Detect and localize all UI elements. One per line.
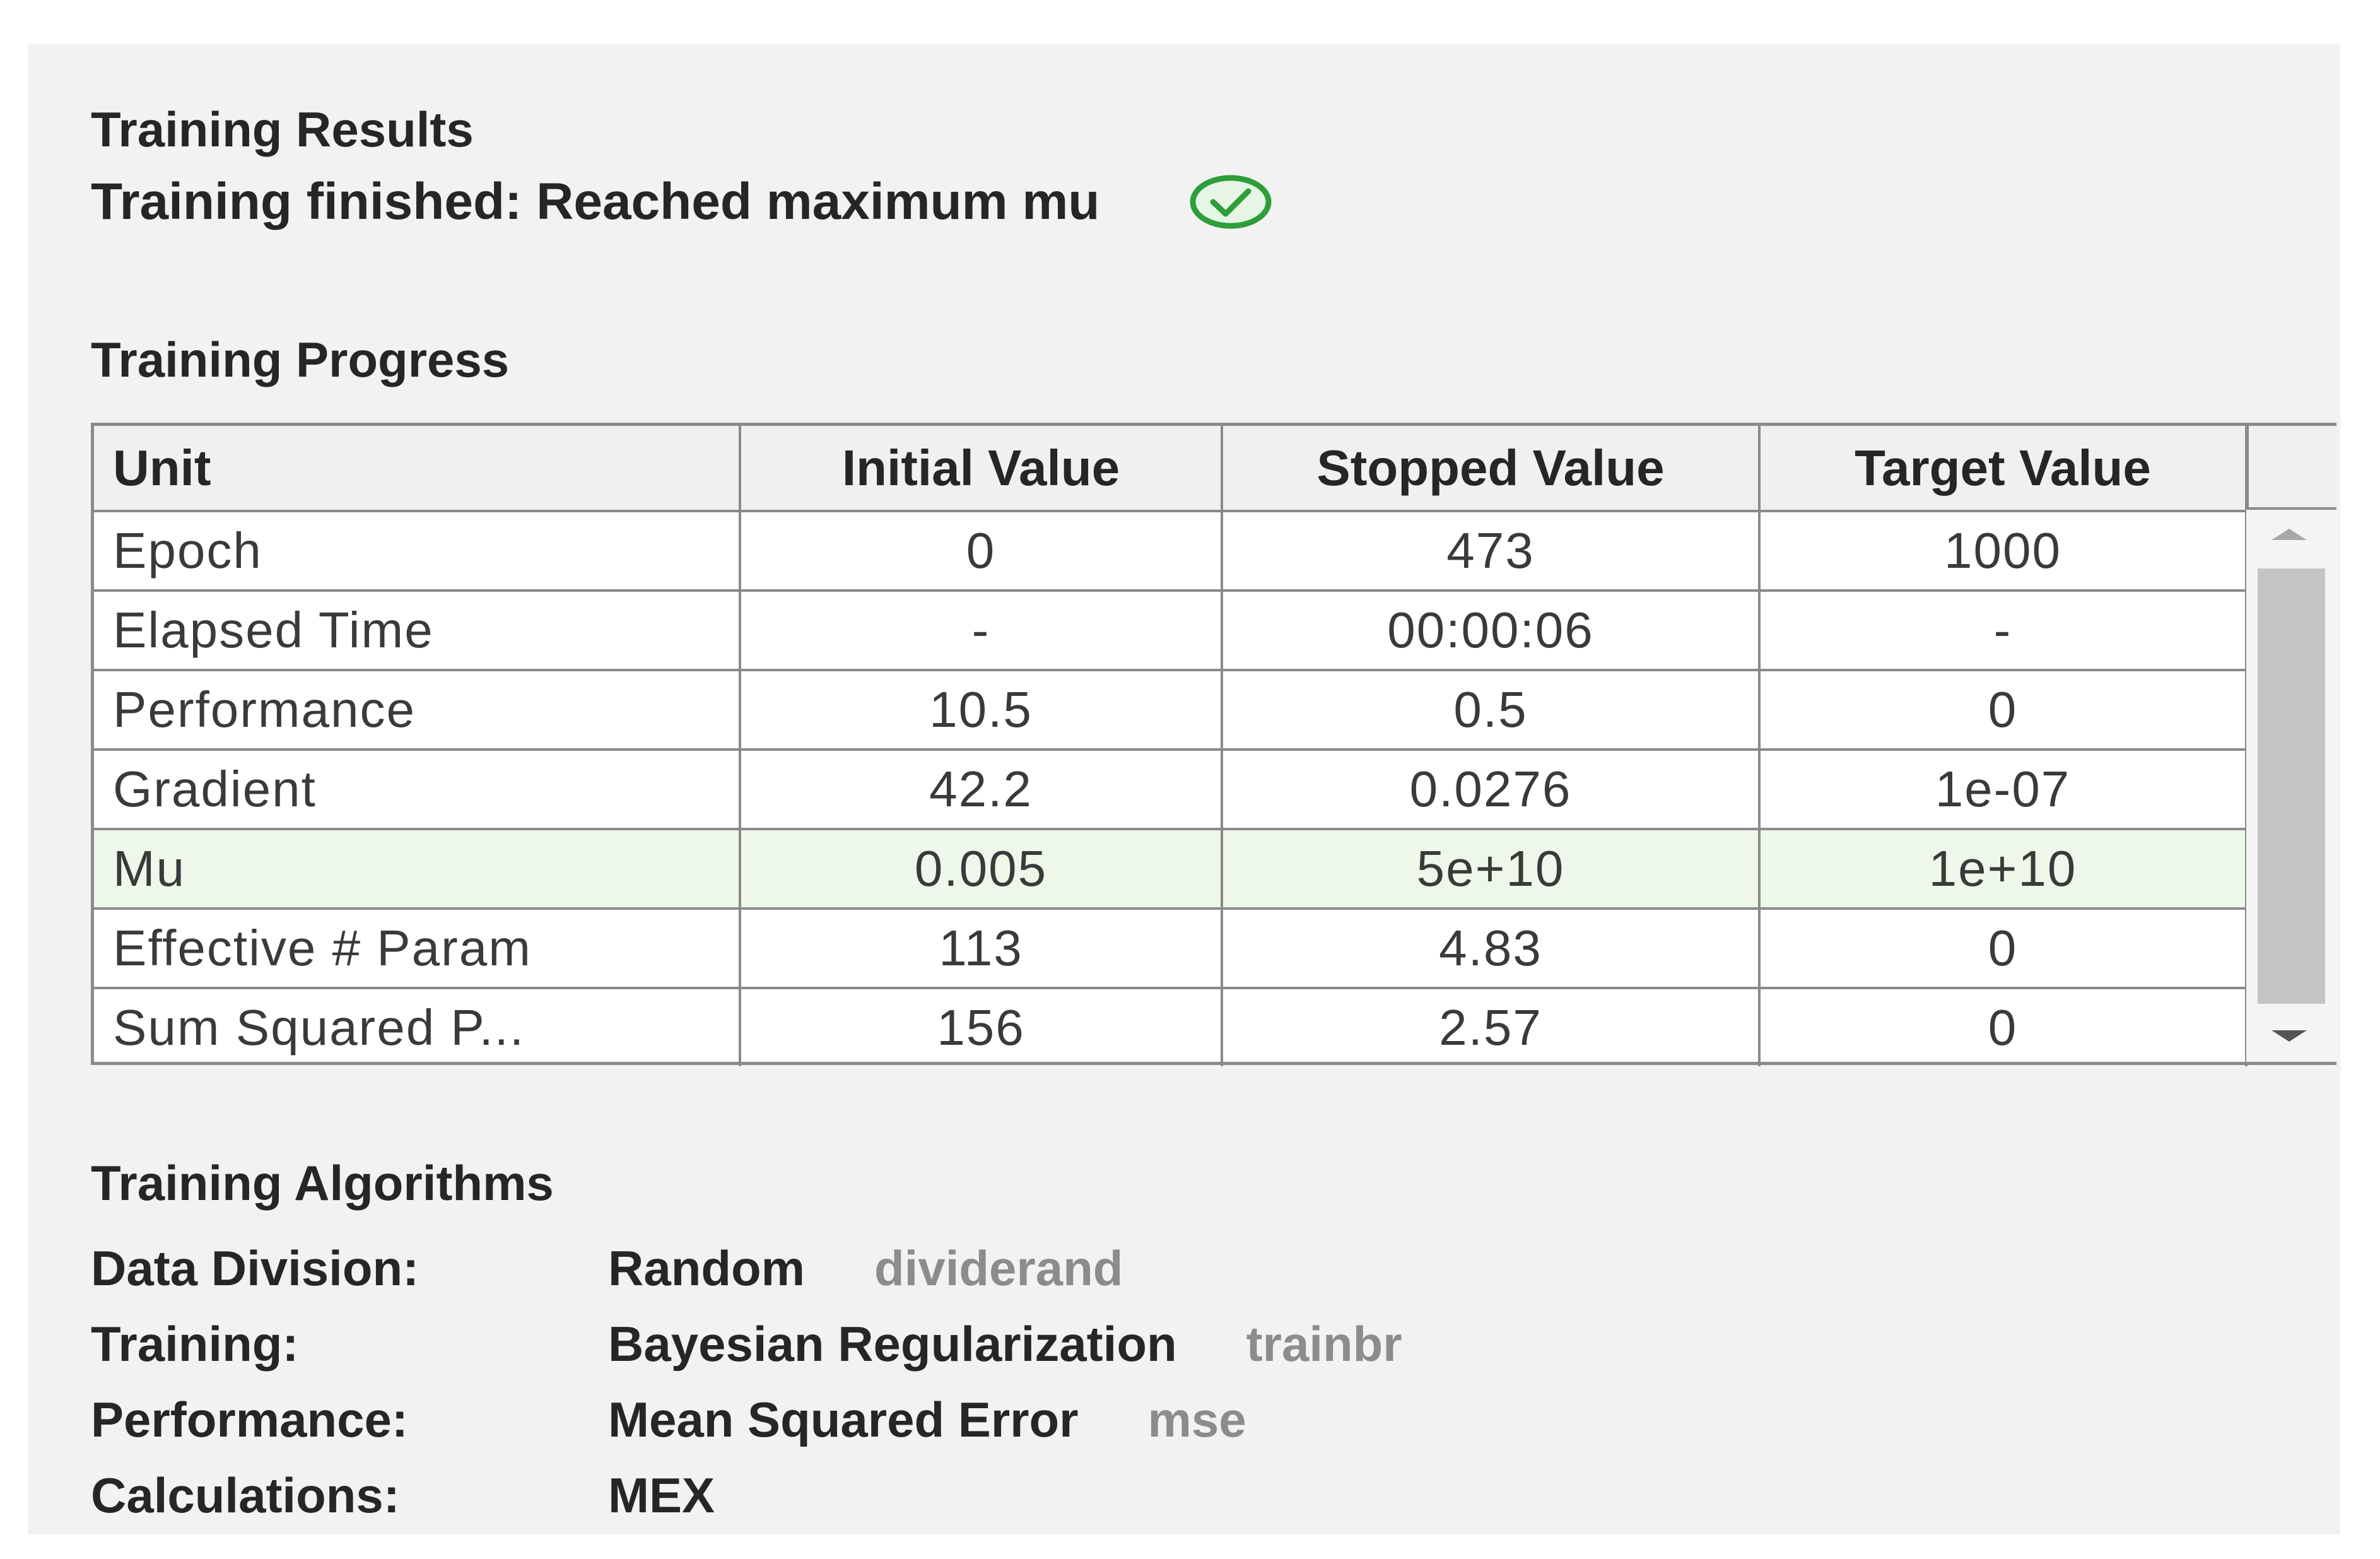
table-row: Elapsed Time - 00:00:06 -: [94, 589, 2248, 671]
table-row-highlighted: Mu 0.005 5e+10 1e+10: [94, 828, 2248, 910]
scrollbar-header-corner: [2246, 426, 2336, 510]
algorithm-function-link[interactable]: mse: [1148, 1391, 1246, 1449]
algorithm-value: Bayesian Regularization: [608, 1315, 1177, 1372]
algorithm-label: Performance:: [91, 1391, 408, 1447]
table-row: Sum Squared P... 156 2.57 0: [94, 987, 2248, 1066]
cell-target-value: 0: [1758, 669, 2248, 751]
algorithm-label: Calculations:: [91, 1467, 400, 1523]
cell-unit: Effective # Param: [94, 907, 741, 989]
algorithm-label: Data Division:: [91, 1240, 419, 1296]
cell-unit: Elapsed Time: [94, 589, 741, 671]
algorithm-value: MEX: [608, 1467, 715, 1523]
table-row: Performance 10.5 0.5 0: [94, 669, 2248, 751]
algorithm-row-training: Training: Bayesian Regularization trainb…: [91, 1312, 1402, 1375]
column-header-stopped-value[interactable]: Stopped Value: [1221, 426, 1761, 512]
cell-target-value: 1e-07: [1758, 748, 2248, 830]
cell-target-value: 1000: [1758, 511, 2248, 592]
training-algorithms-title: Training Algorithms: [91, 1155, 554, 1211]
algorithm-row-data-division: Data Division: Random dividerand: [91, 1237, 1123, 1300]
cell-stopped-value: 4.83: [1221, 907, 1761, 989]
training-progress-title: Training Progress: [91, 332, 510, 387]
column-header-unit[interactable]: Unit: [94, 426, 741, 512]
training-status: Training finished: Reached maximum mu: [91, 164, 1274, 240]
cell-unit: Performance: [94, 669, 741, 751]
scrollbar-thumb[interactable]: [2258, 568, 2325, 1004]
cell-target-value: -: [1758, 589, 2248, 671]
progress-table: Unit Initial Value Stopped Value Target …: [94, 426, 2248, 1066]
algorithm-row-calculations: Calculations: MEX: [91, 1464, 715, 1527]
scroll-down-arrow-icon[interactable]: [2272, 1030, 2307, 1042]
scroll-up-arrow-icon[interactable]: [2272, 529, 2307, 540]
cell-initial-value: -: [739, 589, 1223, 671]
table-row: Gradient 42.2 0.0276 1e-07: [94, 748, 2248, 830]
training-progress-table: Unit Initial Value Stopped Value Target …: [91, 423, 2336, 1066]
cell-target-value: 0: [1758, 907, 2248, 989]
check-circle-icon: [1190, 175, 1272, 229]
table-header-row: Unit Initial Value Stopped Value Target …: [94, 426, 2248, 512]
algorithm-function-link[interactable]: dividerand: [874, 1240, 1123, 1297]
column-header-initial-value[interactable]: Initial Value: [739, 426, 1223, 512]
cell-initial-value: 42.2: [739, 748, 1223, 830]
training-status-text: Training finished: Reached maximum mu: [91, 173, 1100, 230]
table-row: Epoch 0 473 1000: [94, 511, 2248, 592]
cell-stopped-value: 473: [1221, 511, 1761, 592]
algorithm-row-performance: Performance: Mean Squared Error mse: [91, 1388, 1246, 1451]
cell-initial-value: 10.5: [739, 669, 1223, 751]
cell-target-value: 0: [1758, 987, 2248, 1066]
table-row: Effective # Param 113 4.83 0: [94, 907, 2248, 989]
table-vertical-scrollbar[interactable]: [2246, 510, 2336, 1062]
cell-stopped-value: 0.0276: [1221, 748, 1761, 830]
cell-initial-value: 0.005: [739, 828, 1223, 910]
cell-initial-value: 113: [739, 907, 1223, 989]
cell-stopped-value: 2.57: [1221, 987, 1761, 1066]
column-header-target-value[interactable]: Target Value: [1758, 426, 2248, 512]
cell-unit: Mu: [94, 828, 741, 910]
cell-stopped-value: 5e+10: [1221, 828, 1761, 910]
algorithm-value: Mean Squared Error: [608, 1391, 1079, 1447]
algorithm-function-link[interactable]: trainbr: [1246, 1315, 1402, 1373]
cell-initial-value: 156: [739, 987, 1223, 1066]
cell-unit: Sum Squared P...: [94, 987, 741, 1066]
training-results-panel: Training Results Training finished: Reac…: [28, 44, 2340, 1534]
algorithm-value: Random: [608, 1240, 805, 1296]
algorithm-label: Training:: [91, 1315, 299, 1372]
cell-stopped-value: 0.5: [1221, 669, 1761, 751]
cell-unit: Epoch: [94, 511, 741, 592]
cell-target-value: 1e+10: [1758, 828, 2248, 910]
cell-stopped-value: 00:00:06: [1221, 589, 1761, 671]
training-results-title: Training Results: [91, 102, 474, 157]
cell-unit: Gradient: [94, 748, 741, 830]
cell-initial-value: 0: [739, 511, 1223, 592]
